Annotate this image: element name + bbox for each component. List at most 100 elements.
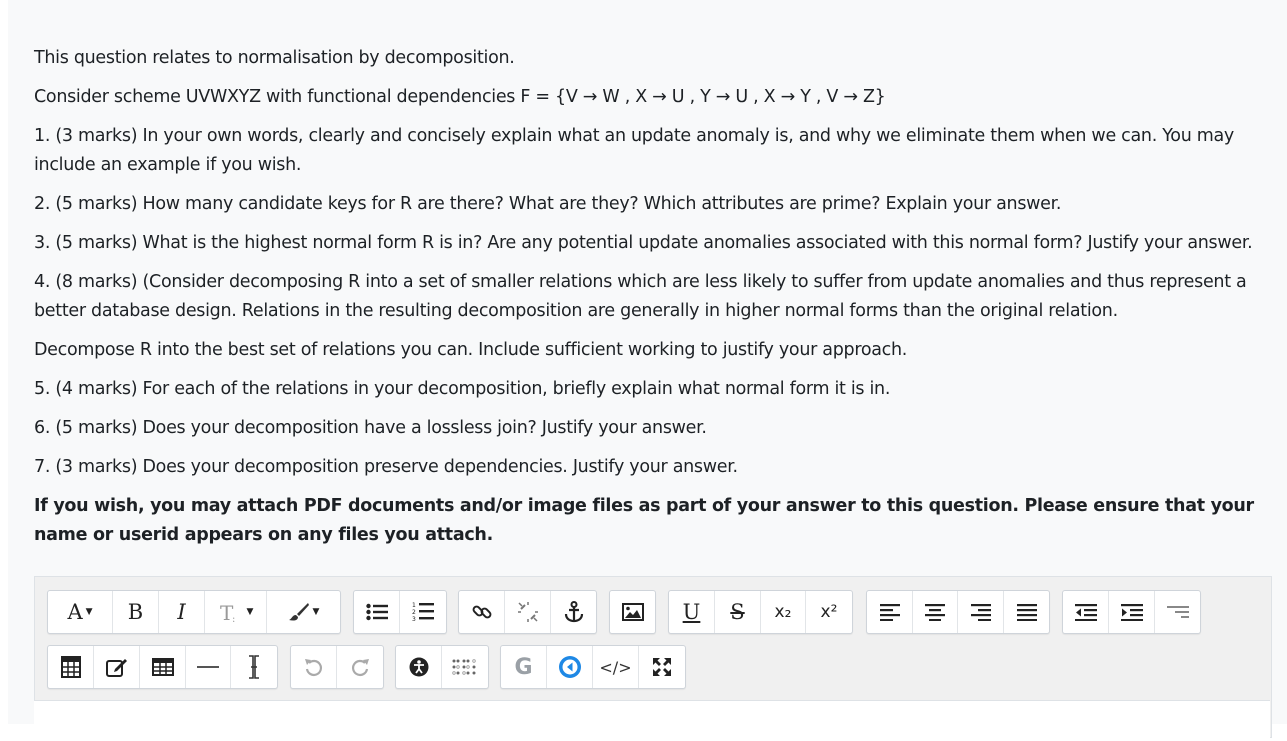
edit-icon (105, 659, 127, 677)
question-panel: This question relates to normalisation b… (8, 0, 1287, 741)
redo-icon (352, 659, 369, 676)
text-cursor-button[interactable] (231, 646, 277, 688)
align-left-icon (879, 604, 900, 621)
code-label: </> (599, 657, 632, 677)
bold-label: B (127, 600, 144, 624)
table-button[interactable] (140, 646, 186, 688)
toolbar-group-format: U S x₂ x² (668, 590, 853, 634)
toolbar-group-table (47, 645, 278, 689)
underline-button[interactable]: U (669, 591, 715, 633)
text-cursor-icon (249, 655, 259, 679)
align-left-button[interactable] (867, 591, 913, 633)
subscript-label: x₂ (774, 602, 792, 622)
italic-label: I (177, 600, 186, 624)
font-size-button[interactable]: T: ▼ (205, 591, 267, 633)
anchor-icon (564, 601, 583, 623)
indent-button[interactable] (1109, 591, 1155, 633)
question-item-6: 6. (5 marks) Does your decomposition hav… (34, 418, 707, 438)
align-center-button[interactable] (913, 591, 958, 633)
question-intro: This question relates to normalisation b… (34, 48, 515, 68)
unlink-icon (517, 602, 538, 622)
media-record-button[interactable] (547, 646, 593, 688)
text-direction-icon (1166, 606, 1189, 618)
attach-note: If you wish, you may attach PDF document… (34, 496, 1254, 545)
link-icon (472, 605, 491, 619)
italic-button[interactable]: I (159, 591, 205, 633)
bullet-list-icon (365, 603, 388, 621)
question-item-7: 7. (3 marks) Does your decomposition pre… (34, 457, 738, 477)
underline-label: U (682, 600, 701, 624)
svg-text:2: 2 (412, 609, 416, 616)
google-label: G (514, 654, 533, 680)
subscript-button[interactable]: x₂ (761, 591, 806, 633)
toolbar-group-history (290, 645, 384, 689)
question-item-4: 4. (8 marks) (Consider decomposing R int… (34, 272, 1247, 321)
toolbar-group-indent (1062, 590, 1201, 634)
answer-editor[interactable]: A ▼ B I T: ▼ ▼ 123 U S x₂ x² G </> (34, 576, 1272, 741)
align-center-icon (925, 604, 945, 621)
question-text: This question relates to normalisation b… (34, 44, 1279, 560)
question-item-2: 2. (5 marks) How many candidate keys for… (34, 194, 1062, 214)
unlink-button[interactable] (505, 591, 551, 633)
bullet-list-button[interactable] (354, 591, 400, 633)
html-source-button[interactable]: </> (593, 646, 639, 688)
superscript-label: x² (820, 602, 838, 622)
record-icon (558, 656, 581, 678)
table-icon (151, 658, 174, 676)
toolbar-group-lists: 123 (353, 590, 447, 634)
toolbar-group-align (866, 590, 1050, 634)
numbered-list-icon: 123 (412, 602, 434, 623)
rtl-button[interactable] (1155, 591, 1200, 633)
strikethrough-button[interactable]: S (715, 591, 761, 633)
color-button[interactable]: ▼ (267, 591, 340, 633)
image-button[interactable] (610, 591, 655, 633)
braille-icon (452, 659, 476, 675)
anchor-button[interactable] (551, 591, 596, 633)
strikethrough-label: S (730, 600, 745, 624)
font-size-icon: T: (220, 601, 235, 624)
brush-icon (288, 603, 309, 621)
editor-content-area[interactable] (34, 700, 1270, 741)
redo-button[interactable] (337, 646, 383, 688)
edit-button[interactable] (94, 646, 140, 688)
fullscreen-icon (653, 658, 671, 676)
align-justify-button[interactable] (1004, 591, 1049, 633)
question-item-3: 3. (5 marks) What is the highest normal … (34, 233, 1253, 253)
undo-icon (304, 659, 322, 676)
superscript-button[interactable]: x² (806, 591, 852, 633)
equation-table-button[interactable] (48, 646, 94, 688)
outdent-button[interactable] (1063, 591, 1109, 633)
align-right-button[interactable] (958, 591, 1004, 633)
google-button[interactable]: G (501, 646, 547, 688)
svg-text::: : (232, 614, 235, 624)
outdent-icon (1074, 604, 1097, 621)
align-right-icon (970, 604, 991, 621)
screenreader-helper-button[interactable] (442, 646, 488, 688)
svg-text:3: 3 (412, 616, 416, 623)
svg-text:1: 1 (412, 602, 416, 609)
question-decompose: Decompose R into the best set of relatio… (34, 340, 908, 360)
fullscreen-button[interactable] (639, 646, 685, 688)
font-style-label: A (67, 600, 83, 624)
chevron-down-icon: ▼ (312, 607, 320, 617)
bold-button[interactable]: B (113, 591, 159, 633)
question-item-5: 5. (4 marks) For each of the relations i… (34, 379, 891, 399)
image-icon (621, 603, 644, 621)
accessibility-checker-button[interactable] (396, 646, 442, 688)
question-item-1: 1. (3 marks) In your own words, clearly … (34, 126, 1234, 175)
toolbar-group-media (609, 590, 656, 634)
link-button[interactable] (459, 591, 505, 633)
toolbar-group-links (458, 590, 597, 634)
toolbar-group-misc: G </> (500, 645, 686, 689)
horizontal-rule-button[interactable] (186, 646, 231, 688)
question-scheme: Consider scheme UVWXYZ with functional d… (34, 87, 886, 107)
horizontal-rule-icon (197, 666, 219, 668)
toolbar-group-style: A ▼ B I T: ▼ ▼ (47, 590, 341, 634)
numbered-list-button[interactable]: 123 (400, 591, 446, 633)
toolbar-group-accessibility (395, 645, 489, 689)
chevron-down-icon: ▼ (85, 607, 93, 617)
accessibility-icon (409, 657, 428, 677)
indent-icon (1120, 604, 1143, 621)
undo-button[interactable] (291, 646, 337, 688)
font-style-button[interactable]: A ▼ (48, 591, 113, 633)
